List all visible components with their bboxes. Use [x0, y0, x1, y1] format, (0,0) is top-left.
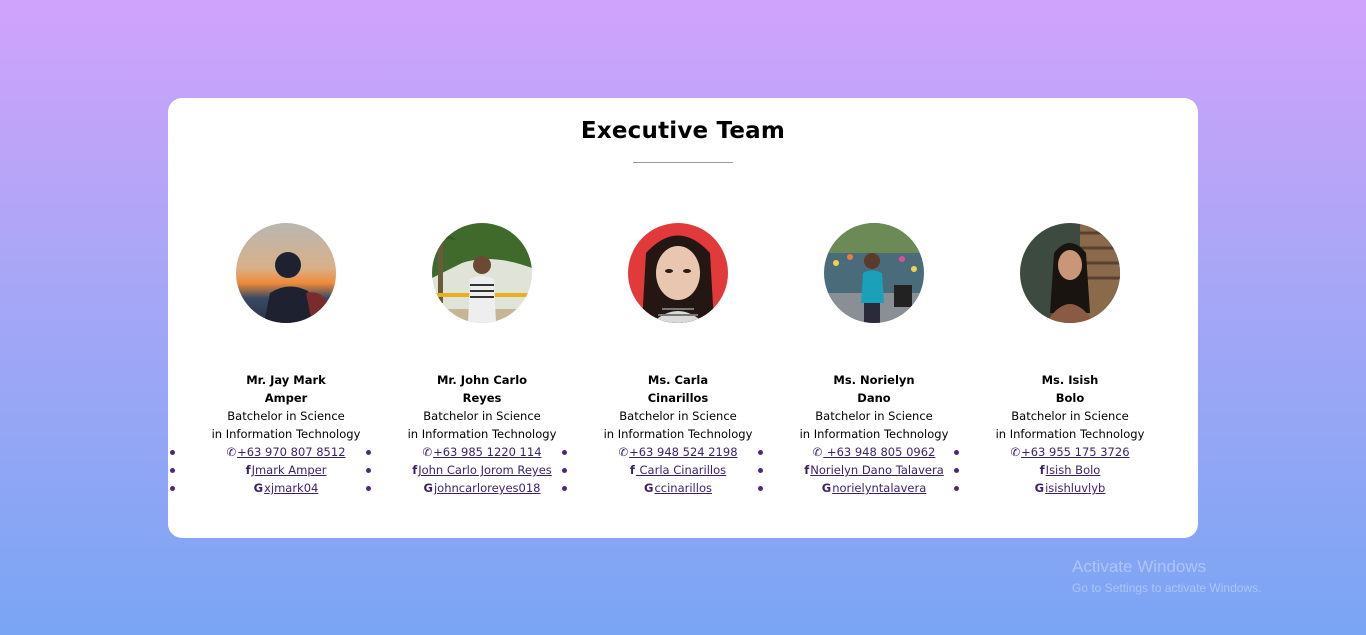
contact-list: ✆+63 948 524 2198 f Carla Cinarillos Gcc…	[562, 443, 776, 497]
facebook-item: fIsish Bolo	[954, 461, 1168, 479]
phone-icon: ✆	[422, 445, 433, 459]
phone-item: ✆+63 985 1220 114	[366, 443, 580, 461]
activate-windows-watermark: Activate Windows Go to Settings to activ…	[1072, 557, 1262, 595]
team-member-card: Mr. John Carlo Reyes Batchelor in Science…	[366, 223, 580, 497]
team-member-card: Ms. Isish Bolo Batchelor in Science in Inf…	[954, 223, 1168, 497]
member-name: Ms. Isish Bolo	[1041, 373, 1099, 405]
member-degree: Batchelor in Science in Information Techn…	[995, 409, 1145, 441]
facebook-item: fNorielyn Dano Talavera	[758, 461, 972, 479]
google-link[interactable]: Gccinarillos	[644, 481, 712, 495]
team-member-card: Ms. Carla Cinarillos Batchelor in Science…	[562, 223, 776, 497]
facebook-link[interactable]: fJmark Amper	[246, 463, 327, 477]
phone-link[interactable]: ✆+63 948 524 2198	[618, 445, 737, 459]
google-link[interactable]: Gisishluvlyb	[1035, 481, 1106, 495]
phone-item: ✆ +63 948 805 0962	[758, 443, 972, 461]
google-icon: G	[1034, 481, 1045, 495]
member-degree: Batchelor in Science in Information Techn…	[407, 409, 557, 441]
facebook-icon: f	[412, 463, 418, 477]
phone-link[interactable]: ✆+63 970 807 8512	[226, 445, 345, 459]
member-degree: Batchelor in Science in Information Techn…	[211, 409, 361, 441]
executive-team-card: Executive Team Mr. Jay Mark Amper Batchel…	[168, 98, 1198, 538]
facebook-item: fJohn Carlo Jorom Reyes	[366, 461, 580, 479]
phone-icon: ✆	[618, 445, 629, 459]
phone-link[interactable]: ✆+63 985 1220 114	[422, 445, 541, 459]
facebook-link[interactable]: fIsish Bolo	[1040, 463, 1101, 477]
title-divider	[633, 162, 733, 163]
google-link[interactable]: Gjohncarloreyes018	[424, 481, 541, 495]
member-name: Mr. John Carlo Reyes	[436, 373, 528, 405]
google-icon: G	[821, 481, 832, 495]
avatar	[1020, 223, 1120, 323]
phone-item: ✆+63 955 175 3726	[954, 443, 1168, 461]
member-degree: Batchelor in Science in Information Techn…	[799, 409, 949, 441]
avatar	[236, 223, 336, 323]
team-member-card: Ms. Norielyn Dano Batchelor in Science in …	[758, 223, 972, 497]
facebook-icon: f	[245, 463, 251, 477]
member-name: Ms. Norielyn Dano	[833, 373, 915, 405]
google-item: Gnorielyntalavera	[758, 479, 972, 497]
avatar	[628, 223, 728, 323]
google-link[interactable]: Gxjmark04	[254, 481, 319, 495]
google-item: Gccinarillos	[562, 479, 776, 497]
facebook-icon: f	[804, 463, 810, 477]
facebook-link[interactable]: f Carla Cinarillos	[630, 463, 726, 477]
phone-link[interactable]: ✆+63 955 175 3726	[1010, 445, 1129, 459]
google-icon: G	[423, 481, 433, 495]
phone-icon: ✆	[226, 445, 237, 459]
avatar	[432, 223, 532, 323]
facebook-icon: f	[629, 463, 635, 477]
member-name: Mr. Jay Mark Amper	[246, 373, 326, 405]
google-item: Gxjmark04	[170, 479, 384, 497]
member-degree: Batchelor in Science in Information Techn…	[603, 409, 753, 441]
contact-list: ✆ +63 948 805 0962 fNorielyn Dano Talave…	[758, 443, 972, 497]
facebook-item: f Carla Cinarillos	[562, 461, 776, 479]
contact-list: ✆+63 970 807 8512 fJmark Amper Gxjmark04	[170, 443, 384, 497]
phone-icon: ✆	[1010, 445, 1021, 459]
team-member-card: Mr. Jay Mark Amper Batchelor in Science in…	[170, 223, 384, 497]
contact-list: ✆+63 985 1220 114 fJohn Carlo Jorom Reye…	[366, 443, 580, 497]
phone-link[interactable]: ✆ +63 948 805 0962	[813, 445, 936, 459]
contact-list: ✆+63 955 175 3726 fIsish Bolo Gisishluvl…	[954, 443, 1168, 497]
phone-item: ✆+63 948 524 2198	[562, 443, 776, 461]
google-item: Gisishluvlyb	[954, 479, 1168, 497]
google-icon: G	[644, 481, 654, 495]
avatar	[824, 223, 924, 323]
section-title: Executive Team	[580, 118, 786, 144]
phone-icon: ✆	[812, 445, 823, 459]
facebook-link[interactable]: fJohn Carlo Jorom Reyes	[412, 463, 552, 477]
google-icon: G	[253, 481, 264, 495]
member-name: Ms. Carla Cinarillos	[647, 373, 709, 405]
facebook-item: fJmark Amper	[170, 461, 384, 479]
phone-item: ✆+63 970 807 8512	[170, 443, 384, 461]
facebook-icon: f	[1039, 463, 1045, 477]
google-item: Gjohncarloreyes018	[366, 479, 580, 497]
facebook-link[interactable]: fNorielyn Dano Talavera	[804, 463, 944, 477]
google-link[interactable]: Gnorielyntalavera	[822, 481, 927, 495]
